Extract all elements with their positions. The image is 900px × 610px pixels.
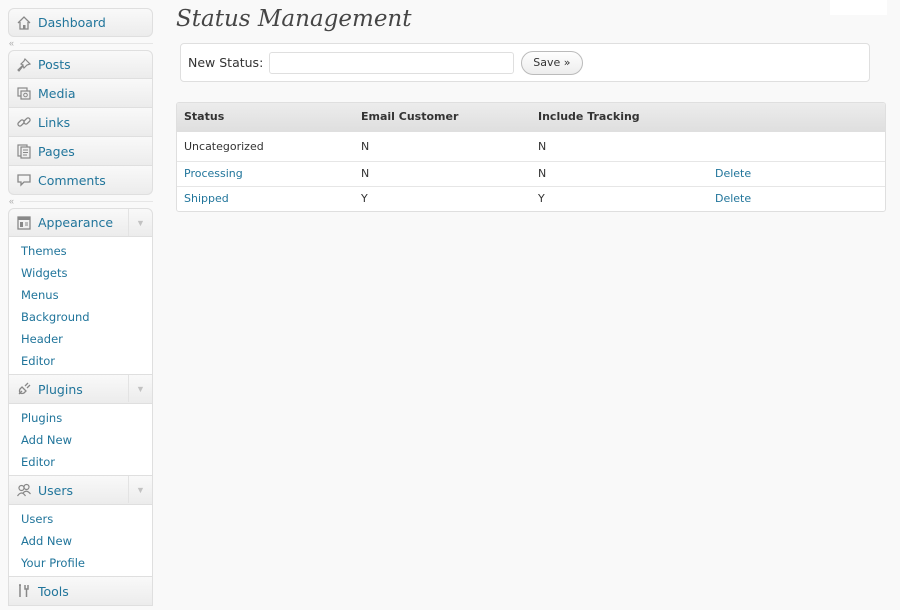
sidebar-item-label: Tools — [38, 583, 69, 599]
new-status-label: New Status: — [188, 55, 264, 70]
submenu-item-editor[interactable]: Editor — [9, 350, 152, 372]
chevron-down-icon[interactable]: ▼ — [128, 476, 152, 503]
sidebar-item-appearance[interactable]: Appearance ▼ — [8, 208, 153, 237]
pin-icon — [15, 56, 33, 74]
table-row: Shipped Y Y Delete — [177, 186, 885, 211]
submenu-item-users[interactable]: Users — [9, 508, 152, 530]
sidebar-item-users[interactable]: Users ▼ — [8, 476, 153, 505]
appearance-submenu: Themes Widgets Menus Background Header E… — [8, 237, 153, 375]
action-cell — [708, 131, 885, 162]
page-title: Status Management — [176, 6, 412, 32]
include-tracking-cell: Y — [538, 192, 545, 206]
menu-separator: « — [8, 195, 153, 208]
sidebar-item-media[interactable]: Media — [8, 79, 153, 108]
users-icon — [15, 481, 33, 499]
tools-icon — [15, 582, 33, 600]
sidebar-item-dashboard[interactable]: Dashboard — [8, 8, 153, 37]
collapse-icon[interactable]: « — [9, 196, 14, 206]
submenu-item-header[interactable]: Header — [9, 328, 152, 350]
corner-box — [830, 0, 887, 15]
sidebar-item-label: Media — [38, 85, 76, 101]
plug-icon — [15, 380, 33, 398]
chevron-down-icon[interactable]: ▼ — [128, 209, 152, 236]
sidebar-item-label: Plugins — [38, 381, 83, 397]
column-header-status: Status — [177, 103, 354, 132]
column-header-email-customer: Email Customer — [354, 103, 531, 132]
include-tracking-cell: N — [531, 131, 708, 162]
pages-icon — [15, 142, 33, 160]
users-submenu: Users Add New Your Profile — [8, 505, 153, 577]
sidebar-item-label: Pages — [38, 143, 75, 159]
delete-link[interactable]: Delete — [715, 167, 751, 180]
table-row: Uncategorized N N — [177, 131, 885, 162]
column-header-actions — [708, 103, 885, 132]
sidebar-item-tools[interactable]: Tools — [8, 577, 153, 606]
sidebar-item-label: Posts — [38, 57, 71, 72]
submenu-item-add-new-plugin[interactable]: Add New — [9, 429, 152, 451]
table-header-row: Status Email Customer Include Tracking — [177, 103, 885, 132]
submenu-item-background[interactable]: Background — [9, 306, 152, 328]
sidebar-item-pages[interactable]: Pages — [8, 137, 153, 166]
new-status-form: New Status: Save » — [180, 43, 870, 82]
new-status-input[interactable] — [269, 51, 515, 74]
submenu-item-menus[interactable]: Menus — [9, 284, 152, 306]
sidebar-item-label: Dashboard — [38, 15, 106, 30]
media-icon — [15, 84, 33, 102]
status-table: Status Email Customer Include Tracking U… — [176, 102, 886, 212]
status-link[interactable]: Processing — [184, 167, 243, 180]
include-tracking-cell: N — [531, 161, 708, 187]
save-button[interactable]: Save » — [521, 50, 583, 75]
submenu-item-widgets[interactable]: Widgets — [9, 262, 152, 284]
email-customer-cell: N — [354, 161, 531, 187]
plugins-submenu: Plugins Add New Editor — [8, 404, 153, 476]
appearance-icon — [15, 214, 33, 232]
status-cell: Uncategorized — [177, 131, 354, 162]
sidebar-item-plugins[interactable]: Plugins ▼ — [8, 375, 153, 404]
sidebar-item-comments[interactable]: Comments — [8, 166, 153, 195]
sidebar-item-label: Appearance — [38, 215, 114, 230]
admin-sidebar: Dashboard « Posts Media Links Pages Comm… — [8, 8, 153, 606]
status-link[interactable]: Shipped — [184, 192, 229, 205]
column-header-include-tracking: Include Tracking — [531, 103, 708, 132]
submenu-item-plugin-editor[interactable]: Editor — [9, 451, 152, 473]
submenu-item-themes[interactable]: Themes — [9, 240, 152, 262]
link-icon — [15, 113, 33, 131]
delete-link[interactable]: Delete — [715, 192, 751, 205]
sidebar-item-label: Comments — [38, 172, 106, 188]
sidebar-item-links[interactable]: Links — [8, 108, 153, 137]
submenu-item-your-profile[interactable]: Your Profile — [9, 552, 152, 574]
home-icon — [15, 14, 33, 32]
sidebar-item-label: Links — [38, 114, 71, 130]
collapse-icon[interactable]: « — [9, 38, 14, 48]
email-customer-cell: N — [354, 131, 531, 162]
menu-separator: « — [8, 37, 153, 50]
table-row: Processing N N Delete — [177, 161, 885, 187]
sidebar-item-label: Users — [38, 482, 74, 498]
comment-icon — [15, 171, 33, 189]
chevron-down-icon[interactable]: ▼ — [128, 375, 152, 402]
submenu-item-plugins[interactable]: Plugins — [9, 407, 152, 429]
sidebar-item-posts[interactable]: Posts — [8, 50, 153, 79]
submenu-item-add-new-user[interactable]: Add New — [9, 530, 152, 552]
email-customer-cell: Y — [361, 192, 368, 206]
